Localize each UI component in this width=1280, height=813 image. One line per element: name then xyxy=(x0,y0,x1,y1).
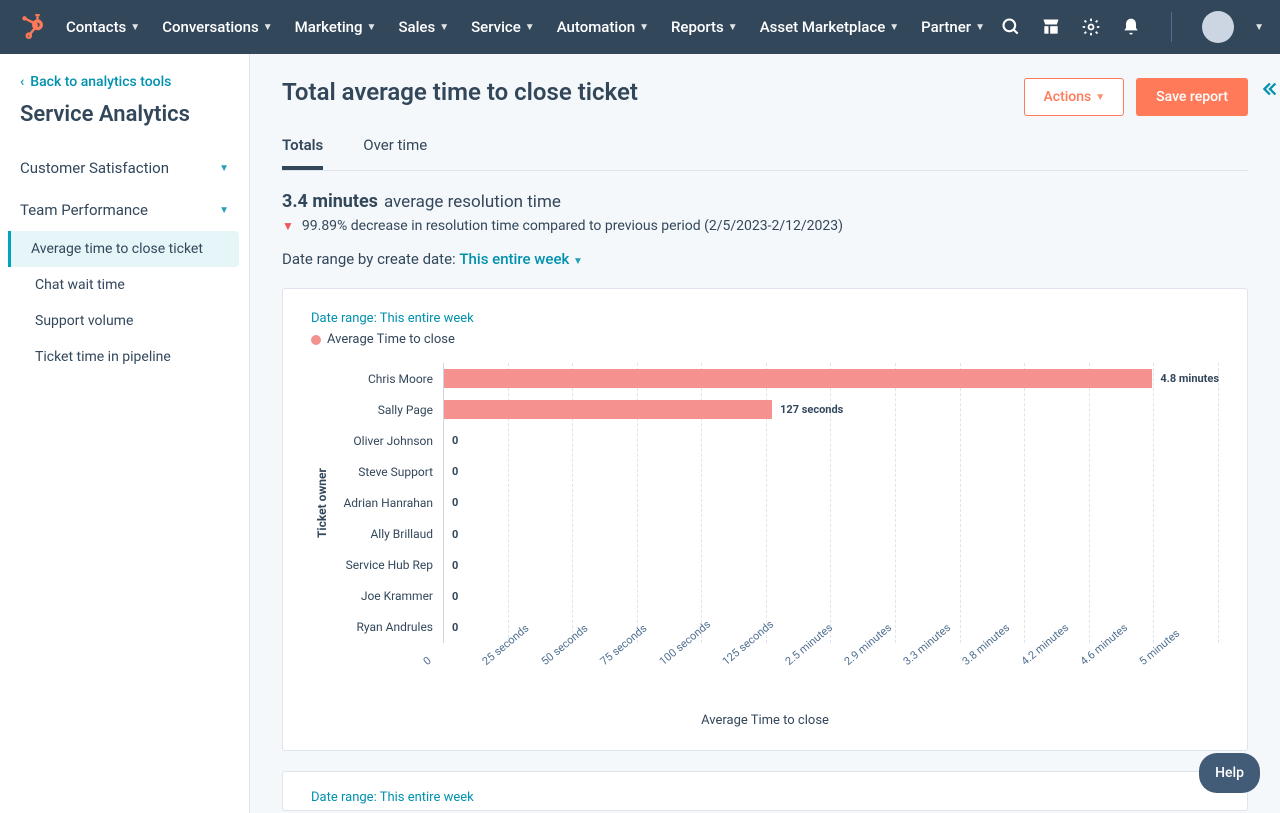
chart-card: Date range: This entire week Average Tim… xyxy=(282,288,1248,751)
bar-value-label: 0 xyxy=(452,559,458,572)
bar-row: 0 xyxy=(444,581,1219,612)
y-tick-label: Service Hub Rep xyxy=(333,550,443,581)
y-tick-label: Ryan Andrules xyxy=(333,612,443,643)
nav-item-marketing[interactable]: Marketing▼ xyxy=(295,18,377,36)
bar-value-label: 4.8 minutes xyxy=(1160,372,1219,385)
nav-item-partner[interactable]: Partner▼ xyxy=(921,18,985,36)
trend-down-icon: ▼ xyxy=(282,219,294,233)
back-link[interactable]: ‹Back to analytics tools xyxy=(0,74,249,90)
sidebar-title: Service Analytics xyxy=(0,102,249,147)
y-tick-label: Chris Moore xyxy=(333,363,443,394)
x-axis-label: Average Time to close xyxy=(311,713,1219,728)
bar-row: 0 xyxy=(444,425,1219,456)
nav-item-sales[interactable]: Sales▼ xyxy=(398,18,449,36)
y-tick-label: Joe Krammer xyxy=(333,581,443,612)
bar-value-label: 0 xyxy=(452,528,458,541)
y-tick-label: Adrian Hanrahan xyxy=(333,487,443,518)
bar[interactable] xyxy=(444,400,772,419)
hubspot-logo[interactable] xyxy=(16,12,46,42)
chart-subtitle: Date range: This entire week xyxy=(311,311,1219,326)
bar-row: 0 xyxy=(444,487,1219,518)
bar-value-label: 0 xyxy=(452,465,458,478)
save-report-button[interactable]: Save report xyxy=(1136,78,1248,116)
sidebar-section-customer-satisfaction[interactable]: Customer Satisfaction▼ xyxy=(0,147,249,189)
marketplace-icon[interactable] xyxy=(1041,17,1061,37)
actions-button[interactable]: Actions▼ xyxy=(1024,78,1124,116)
bar-row: 127 seconds xyxy=(444,394,1219,425)
sidebar-item-ticket-pipeline[interactable]: Ticket time in pipeline xyxy=(0,339,249,375)
top-navbar: Contacts▼ Conversations▼ Marketing▼ Sales▼ S… xyxy=(0,0,1280,54)
page-title: Total average time to close ticket xyxy=(282,78,638,106)
help-button[interactable]: Help xyxy=(1199,753,1260,793)
bar-value-label: 127 seconds xyxy=(780,403,843,416)
sidebar-section-team-performance[interactable]: Team Performance▼ xyxy=(0,189,249,231)
sidebar-item-chat-wait[interactable]: Chat wait time xyxy=(0,267,249,303)
chart-legend: Average Time to close xyxy=(311,332,1219,347)
metric-value: 3.4 minutes xyxy=(282,191,378,212)
y-tick-label: Steve Support xyxy=(333,456,443,487)
bar-value-label: 0 xyxy=(452,434,458,447)
y-tick-label: Oliver Johnson xyxy=(333,425,443,456)
chart-card-secondary: Date range: This entire week xyxy=(282,771,1248,811)
bar-row: 0 xyxy=(444,612,1219,643)
y-axis-label: Ticket owner xyxy=(311,363,333,643)
y-tick-label: Sally Page xyxy=(333,394,443,425)
nav-item-contacts[interactable]: Contacts▼ xyxy=(66,18,140,36)
search-icon[interactable] xyxy=(1001,17,1021,37)
nav-item-conversations[interactable]: Conversations▼ xyxy=(162,18,272,36)
nav-item-reports[interactable]: Reports▼ xyxy=(671,18,738,36)
bar-row: 4.8 minutes xyxy=(444,363,1219,394)
nav-item-service[interactable]: Service▼ xyxy=(471,18,535,36)
account-chevron-icon[interactable]: ▼ xyxy=(1254,22,1264,33)
chart-subtitle-secondary: Date range: This entire week xyxy=(311,790,1219,805)
chevron-down-icon: ▼ xyxy=(219,163,229,174)
bar-row: 0 xyxy=(444,456,1219,487)
date-range-prefix: Date range by create date: xyxy=(282,250,459,268)
sidebar: ‹Back to analytics tools Service Analyti… xyxy=(0,54,250,813)
collapse-panel-icon[interactable] xyxy=(1258,78,1280,104)
settings-icon[interactable] xyxy=(1081,17,1101,37)
main-content: Total average time to close ticket Actio… xyxy=(250,54,1280,813)
bar-row: 0 xyxy=(444,550,1219,581)
user-avatar[interactable] xyxy=(1202,11,1234,43)
tab-totals[interactable]: Totals xyxy=(282,124,323,170)
date-range-selector[interactable]: This entire week ▼ xyxy=(459,250,583,268)
chevron-left-icon: ‹ xyxy=(20,74,24,90)
trend-text: 99.89% decrease in resolution time compa… xyxy=(302,218,843,234)
legend-dot-icon xyxy=(311,335,321,345)
nav-item-automation[interactable]: Automation▼ xyxy=(557,18,649,36)
y-tick-label: Ally Brillaud xyxy=(333,519,443,550)
metric-label: average resolution time xyxy=(384,192,561,212)
sidebar-item-support-volume[interactable]: Support volume xyxy=(0,303,249,339)
bar-value-label: 0 xyxy=(452,496,458,509)
sidebar-item-avg-time-close[interactable]: Average time to close ticket xyxy=(8,231,239,267)
nav-item-asset-marketplace[interactable]: Asset Marketplace▼ xyxy=(760,18,899,36)
tab-over-time[interactable]: Over time xyxy=(363,124,427,170)
chevron-down-icon: ▼ xyxy=(219,205,229,216)
bar[interactable] xyxy=(444,369,1152,388)
bar-value-label: 0 xyxy=(452,621,458,634)
bar-row: 0 xyxy=(444,519,1219,550)
notifications-icon[interactable] xyxy=(1121,17,1141,37)
bar-value-label: 0 xyxy=(452,590,458,603)
